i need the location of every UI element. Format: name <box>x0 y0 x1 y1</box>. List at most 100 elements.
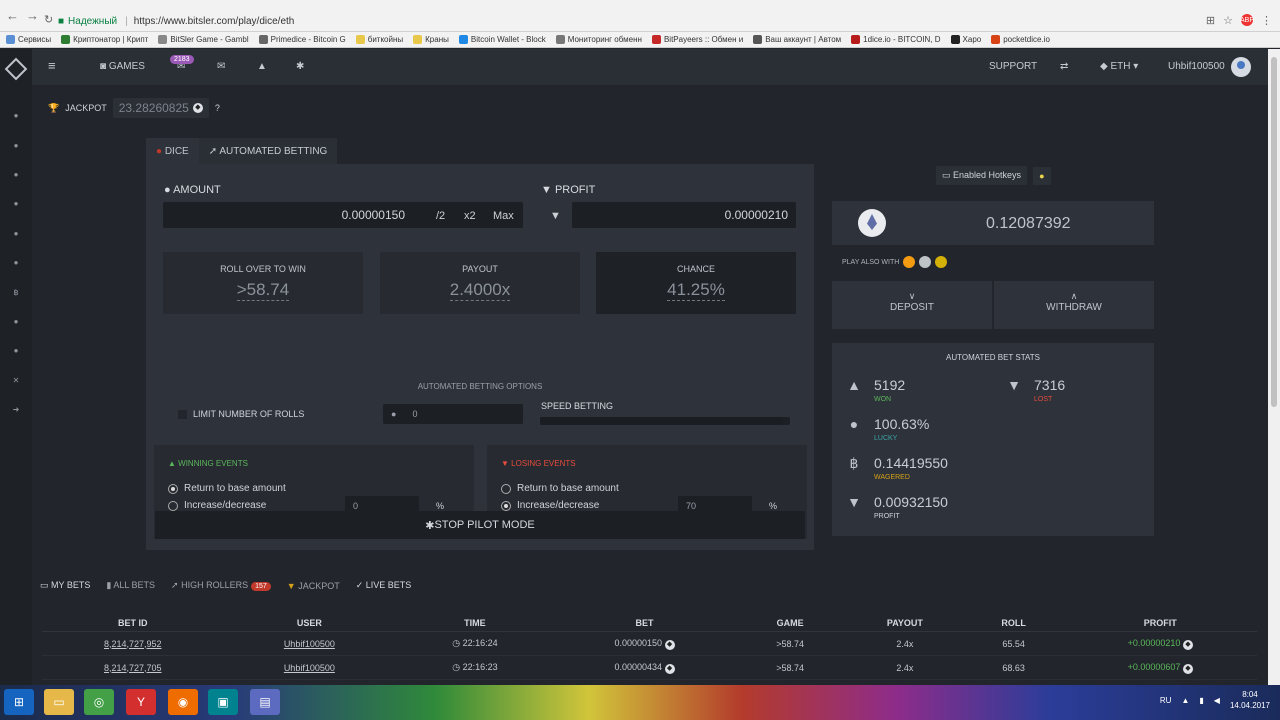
search-icon[interactable]: ● <box>11 317 21 326</box>
back-icon[interactable]: ← <box>6 8 19 23</box>
tab-automated-betting[interactable]: ➚ AUTOMATED BETTING <box>198 138 338 164</box>
tab-high-rollers[interactable]: ➚ HIGH ROLLERS 157 <box>171 580 271 591</box>
bookmark-item[interactable]: Ваш аккаунт | Автом <box>753 35 841 44</box>
bookmark-item[interactable]: 1dice.io - BITCOIN, D <box>851 35 941 44</box>
wallet-icon[interactable]: ● <box>11 258 21 267</box>
bookmark-folder[interactable]: Краны <box>413 35 449 44</box>
lose-increase-radio[interactable]: Increase/decrease <box>501 500 599 511</box>
bitcoin-coin-icon[interactable] <box>903 256 916 268</box>
payout-box[interactable]: PAYOUT 2.4000x <box>380 252 580 314</box>
mail-icon[interactable]: ✉ <box>217 61 225 72</box>
tab-dice[interactable]: ● DICE <box>146 138 199 164</box>
network-icon[interactable]: ▮ <box>1199 696 1203 705</box>
tab-my-bets[interactable]: ▭ MY BETS <box>40 580 90 591</box>
profit-value[interactable]: 0.00000210 <box>725 208 788 222</box>
bell-icon[interactable]: ▲ <box>257 61 267 72</box>
pie-chart-icon[interactable]: ● <box>11 170 21 179</box>
clock[interactable]: 8:04 14.04.2017 <box>1230 689 1270 711</box>
lose-return-radio[interactable]: Return to base amount <box>501 483 619 494</box>
chrome-icon[interactable]: ◎ <box>84 689 114 715</box>
bookmark-item[interactable]: Сервисы <box>6 35 51 44</box>
limit-rolls-input[interactable]: ● 0 <box>383 404 523 424</box>
stop-pilot-button[interactable]: ✱ STOP PILOT MODE <box>155 511 805 539</box>
games-menu[interactable]: ◙ GAMES <box>100 61 145 72</box>
url-text[interactable]: https://www.bitsler.com/play/dice/eth <box>134 16 295 27</box>
bet-id-link[interactable]: 8,214,727,705 <box>42 663 224 673</box>
forward-icon[interactable]: → <box>26 8 39 23</box>
bookmark-item[interactable]: Primedice - Bitcoin G <box>258 35 346 44</box>
gear-icon[interactable]: ✱ <box>296 61 304 72</box>
bookmark-folder[interactable]: биткойны <box>355 35 403 44</box>
limit-rolls-checkbox[interactable]: LIMIT NUMBER OF ROLLS <box>178 409 304 419</box>
tab-jackpot[interactable]: ▼ JACKPOT <box>287 581 340 591</box>
browser-chrome: ← → ↻ ■ Надежный | https://www.bitsler.c… <box>0 0 1280 32</box>
litecoin-coin-icon[interactable] <box>919 256 932 268</box>
live-bets-toggle[interactable]: ✓ LIVE BETS <box>356 580 412 591</box>
speed-slider[interactable] <box>540 417 790 425</box>
half-button[interactable]: /2 <box>436 210 445 222</box>
dogecoin-coin-icon[interactable] <box>935 256 948 268</box>
bookmark-item[interactable]: Мониторинг обменн <box>555 35 642 44</box>
deposit-button[interactable]: ∨ DEPOSIT <box>832 281 992 329</box>
bookmark-item[interactable]: Xapo <box>950 35 981 44</box>
bitcoin-icon[interactable]: ฿ <box>11 288 21 297</box>
gamepad-icon[interactable]: ● <box>11 111 21 120</box>
trophy-icon: 🏆 <box>48 102 60 113</box>
shuffle-icon[interactable]: ✕ <box>11 376 21 385</box>
scrollbar-thumb[interactable] <box>1271 57 1277 407</box>
bookmark-icon <box>950 35 960 44</box>
firefox-icon[interactable]: ◉ <box>168 689 198 715</box>
chance-label: CHANCE <box>676 264 715 274</box>
win-return-radio[interactable]: Return to base amount <box>168 483 286 494</box>
avatar[interactable] <box>1231 57 1251 77</box>
withdraw-button[interactable]: ∧ WITHDRAW <box>994 281 1154 329</box>
hamburger-menu-icon[interactable]: ≡ <box>48 58 56 73</box>
page-scrollbar[interactable] <box>1268 49 1280 685</box>
reload-icon[interactable]: ↻ <box>44 13 53 26</box>
logout-icon[interactable]: ➜ <box>11 405 21 414</box>
profit-input[interactable]: 0.00000210 <box>572 202 796 228</box>
users-icon[interactable]: ● <box>11 199 21 208</box>
support-link[interactable]: SUPPORT <box>989 61 1037 72</box>
lightbulb-icon[interactable]: ● <box>1033 166 1051 185</box>
translate-icon[interactable]: ⊞ <box>1206 14 1215 27</box>
box-icon[interactable]: ● <box>11 229 21 238</box>
adblock-icon[interactable]: ABP <box>1240 14 1254 26</box>
tray-arrow-icon[interactable]: ▲ <box>1181 696 1189 705</box>
language-indicator[interactable]: RU <box>1160 696 1172 705</box>
address-bar[interactable]: ■ Надежный | https://www.bitsler.com/pla… <box>58 14 1228 28</box>
swap-icon[interactable]: ⇄ <box>1060 61 1068 72</box>
star-icon[interactable]: ☆ <box>1223 14 1233 27</box>
amount-value[interactable]: 0.00000150 <box>342 208 405 222</box>
chance-box[interactable]: CHANCE 41.25% <box>596 252 796 314</box>
hotkeys-toggle[interactable]: ▭ Enabled Hotkeys <box>936 166 1028 185</box>
bet-id-link[interactable]: 8,214,727,952 <box>42 639 224 649</box>
currency-select[interactable]: ◆ ETH ▾ <box>1100 61 1138 72</box>
username-label[interactable]: Uhbif100500 <box>1168 61 1225 72</box>
bookmark-item[interactable]: BitSler Game - Gambl <box>158 35 249 44</box>
notepad-icon[interactable]: ▤ <box>250 689 280 715</box>
volume-icon[interactable]: ◀ <box>1214 696 1220 705</box>
bookmark-item[interactable]: Bitcoin Wallet - Block <box>458 35 546 44</box>
menu-icon[interactable]: ⋮ <box>1261 14 1272 27</box>
user-link[interactable]: Uhbif100500 <box>224 639 396 649</box>
yandex-icon[interactable]: Y <box>126 689 156 715</box>
book-icon[interactable]: ● <box>11 346 21 355</box>
user-icon[interactable]: ● <box>11 141 21 150</box>
double-button[interactable]: x2 <box>464 210 476 222</box>
amount-label: ● AMOUNT <box>164 184 221 196</box>
tab-all-bets[interactable]: ▮ ALL BETS <box>106 580 155 591</box>
windows-start-icon[interactable]: ⊞ <box>4 689 34 715</box>
app-icon[interactable]: ▣ <box>208 689 238 715</box>
max-button[interactable]: Max <box>493 210 514 222</box>
help-icon[interactable]: ? <box>215 103 220 113</box>
bets-table: BET ID USER TIME BET GAME PAYOUT ROLL PR… <box>42 614 1257 680</box>
logo-icon[interactable] <box>4 57 28 81</box>
user-link[interactable]: Uhbif100500 <box>224 663 396 673</box>
win-increase-radio[interactable]: Increase/decrease <box>168 500 266 511</box>
bookmark-item[interactable]: pocketdice.io <box>991 35 1050 44</box>
roll-over-box[interactable]: ROLL OVER TO WIN >58.74 <box>163 252 363 314</box>
bookmark-item[interactable]: Криптонатор | Крипт <box>61 35 148 44</box>
explorer-icon[interactable]: ▭ <box>44 689 74 715</box>
bookmark-item[interactable]: BitPayeers :: Обмен и <box>651 35 743 44</box>
